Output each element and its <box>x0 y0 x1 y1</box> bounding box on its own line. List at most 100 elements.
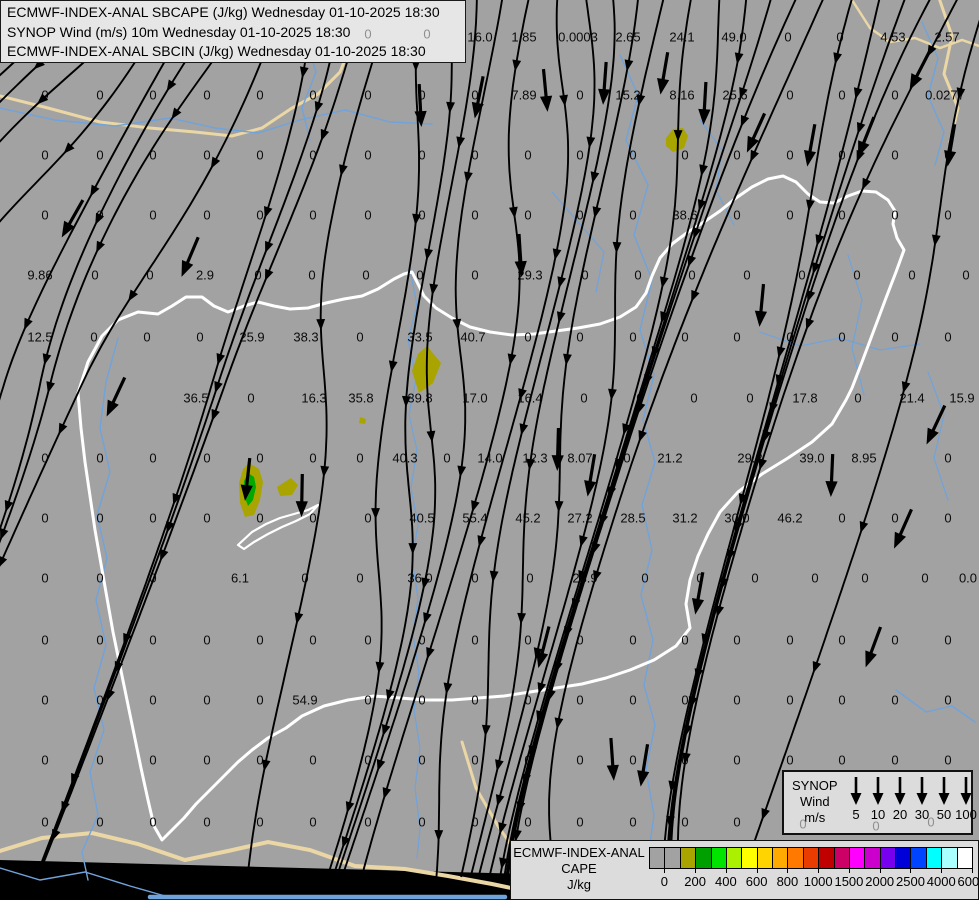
value-label: 0 <box>786 633 793 648</box>
cape-color-cell <box>772 847 788 869</box>
value-label: 0 <box>364 693 371 708</box>
value-label: 0 <box>203 693 210 708</box>
value-label: 0 <box>364 88 371 103</box>
value-label: 36.5 <box>183 391 208 406</box>
value-label: 0 <box>746 391 753 406</box>
synop-legend-line3: m/s <box>792 810 838 826</box>
value-label: 0 <box>149 815 156 830</box>
value-label: 0 <box>629 208 636 223</box>
value-label: 0 <box>944 753 951 768</box>
value-label: 0 <box>96 148 103 163</box>
value-label: 45.2 <box>515 511 540 526</box>
value-label: 0 <box>576 815 583 830</box>
value-label: 0 <box>576 330 583 345</box>
value-label: 0 <box>681 148 688 163</box>
value-label: 0 <box>908 268 915 283</box>
value-label: 0 <box>576 753 583 768</box>
synop-wind-arrow-icon <box>519 234 521 264</box>
value-label: 0 <box>891 511 898 526</box>
value-label: 40.5 <box>409 511 434 526</box>
value-label: 0 <box>629 815 636 830</box>
cape-tick-mark <box>972 869 973 873</box>
value-label: 8.16 <box>669 88 694 103</box>
value-label: 0 <box>524 330 531 345</box>
down-arrow-icon <box>935 774 953 806</box>
value-label: 21.2 <box>657 451 682 466</box>
value-label: 0 <box>362 268 369 283</box>
cape-tick-mark <box>941 869 942 873</box>
synop-legend-title: SYNOP Wind m/s <box>792 778 838 826</box>
value-label: 0 <box>149 208 156 223</box>
value-label: 40.3 <box>392 451 417 466</box>
value-label: 12.3 <box>522 451 547 466</box>
value-label: 0 <box>96 511 103 526</box>
value-label: 0 <box>471 693 478 708</box>
value-label: 0 <box>203 511 210 526</box>
down-arrow-icon <box>869 774 887 806</box>
cape-color-cell <box>941 847 957 869</box>
value-label: 0 <box>96 451 103 466</box>
synop-speed-label: 20 <box>893 807 907 822</box>
value-label: 0 <box>309 511 316 526</box>
value-label: 0 <box>203 451 210 466</box>
value-label: 0 <box>96 633 103 648</box>
value-label: 8.07 <box>567 451 592 466</box>
synop-wind-arrow-icon <box>604 62 606 92</box>
cape-color-cell <box>957 847 973 869</box>
value-label: 0 <box>196 330 203 345</box>
value-label: 0 <box>356 571 363 586</box>
value-label: 0 <box>576 88 583 103</box>
cape-tick-mark <box>695 869 696 873</box>
value-label: 0 <box>143 330 150 345</box>
value-label: 0 <box>784 30 791 45</box>
value-label: 0 <box>256 451 263 466</box>
value-label: 0 <box>944 633 951 648</box>
value-label: 0 <box>524 208 531 223</box>
title-line-wind: SYNOP Wind (m/s) 10m Wednesday 01-10-202… <box>7 23 459 43</box>
value-label: 0 <box>733 753 740 768</box>
value-label: 0 <box>247 391 254 406</box>
value-label: 0 <box>526 571 533 586</box>
value-label: 0 <box>256 511 263 526</box>
synop-speed-item: 100 <box>956 774 976 822</box>
synop-legend-line2: Wind <box>792 794 838 810</box>
value-label: 0 <box>256 88 263 103</box>
value-label: 0 <box>786 693 793 708</box>
value-label: 0 <box>91 268 98 283</box>
value-label: 0 <box>733 693 740 708</box>
value-label: 0 <box>41 693 48 708</box>
value-label: 0 <box>364 208 371 223</box>
value-label: 0 <box>524 633 531 648</box>
value-label: 0 <box>256 815 263 830</box>
value-label: 0 <box>96 815 103 830</box>
value-label: 0 <box>418 753 425 768</box>
cape-color-cell <box>726 847 742 869</box>
value-label: 39.0 <box>799 451 824 466</box>
value-label: 0 <box>149 693 156 708</box>
value-label: 0 <box>861 571 868 586</box>
cape-color-cell <box>695 847 711 869</box>
value-label: 0 <box>524 148 531 163</box>
value-label: 0 <box>681 633 688 648</box>
value-label: 0 <box>149 451 156 466</box>
cape-color-cell <box>680 847 696 869</box>
value-label: 0 <box>944 208 951 223</box>
down-arrow-icon <box>891 774 909 806</box>
synop-speed-item: 50 <box>934 774 954 822</box>
value-label: 0 <box>90 330 97 345</box>
cape-tick-mark <box>849 869 850 873</box>
cape-color-cell <box>664 847 680 869</box>
value-label: 0 <box>751 571 758 586</box>
value-label: 0 <box>203 753 210 768</box>
cape-legend-line1: ECMWF-INDEX-ANAL <box>513 845 645 861</box>
title-line-sbcape: ECMWF-INDEX-ANAL SBCAPE (J/kg) Wednesday… <box>7 3 459 23</box>
synop-speed-label: 100 <box>955 807 977 822</box>
value-label: 0 <box>149 148 156 163</box>
value-label: 0 <box>41 511 48 526</box>
value-label: 0 <box>798 268 805 283</box>
value-label: 0 <box>629 633 636 648</box>
synop-wind-arrow-icon <box>302 474 303 504</box>
cape-color-cell <box>864 847 880 869</box>
value-label: 0 <box>944 451 951 466</box>
synop-wind-legend: SYNOP Wind m/s 510203050100 <box>782 770 973 835</box>
